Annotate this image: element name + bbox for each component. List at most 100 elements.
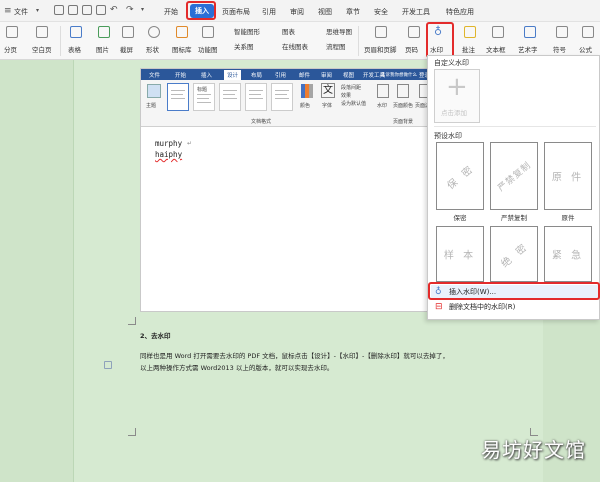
pdf-icon[interactable] [68, 5, 78, 15]
header-footer-icon [375, 26, 387, 38]
preset-watermark-sample[interactable]: 样 本 [436, 226, 484, 282]
delete-watermark-label: 删除文档中的水印(R) [449, 303, 516, 311]
word-tab-review: 审阅 [321, 73, 333, 79]
ribbon-mindmap[interactable]: 思维导图 [326, 26, 352, 36]
section-heading: 2、去水印 [140, 332, 171, 340]
ribbon-shape[interactable]: 形状 [146, 44, 159, 54]
ribbon-function-chart[interactable]: 功能图 [198, 44, 218, 54]
ribbon-chart[interactable]: 图表 [282, 26, 295, 36]
word-design-ribbon: 主题 标题 颜色 文 字体 段落间距 效果 设为默认值 水印 页面颜色 页面边框… [141, 80, 437, 127]
redo-icon[interactable]: ↷ [126, 5, 134, 15]
print-icon[interactable] [82, 5, 92, 15]
ribbon-formula[interactable]: 公式 [579, 44, 592, 54]
site-credit: 易坊好文馆 [481, 438, 586, 462]
tab-chapter[interactable]: 章节 [346, 7, 360, 17]
chevron-down-icon[interactable]: ▾ [36, 7, 39, 14]
style-thumbnail [219, 83, 241, 111]
ribbon-smart-art[interactable]: 智能图形 [234, 26, 260, 36]
ribbon-flowchart[interactable]: 流程图 [326, 41, 346, 51]
ribbon-screenshot[interactable]: 截屏 [120, 44, 133, 54]
tab-security[interactable]: 安全 [374, 7, 388, 17]
tab-special[interactable]: 特色应用 [446, 7, 474, 17]
paragraph-2: 以上两种操作方式需 Word2013 以上的版本，就可以实现去水印。 [140, 364, 334, 372]
margin-mark [128, 428, 136, 436]
formula-icon [582, 26, 594, 38]
dropdown-divider [434, 126, 596, 127]
ribbon-wordart[interactable]: 艺术字 [518, 44, 538, 54]
symbol-icon [556, 26, 568, 38]
word-watermark: 水印 [377, 103, 388, 109]
tab-view[interactable]: 视图 [318, 7, 332, 17]
preset-label: 严禁复制 [501, 214, 527, 222]
ribbon-header-footer[interactable]: 页眉和页脚 [364, 44, 397, 54]
word-tab-insert: 插入 [201, 73, 213, 79]
screenshot-icon [122, 26, 134, 38]
more-icon[interactable]: ▾ [141, 6, 144, 13]
ribbon-blank-page[interactable]: 空白页 [32, 44, 52, 54]
table-icon [70, 26, 82, 38]
word-tab-home: 开始 [175, 73, 187, 79]
wordart-icon [524, 26, 536, 38]
preset-watermark-no-copy[interactable]: 严禁复制 [490, 142, 538, 210]
insert-watermark-highlight [428, 282, 600, 300]
ribbon-page-break[interactable]: 分页 [4, 44, 17, 54]
page-break-icon [6, 26, 18, 38]
watermark-button-highlight [426, 22, 454, 58]
preset-watermark-original[interactable]: 原 件 [544, 142, 592, 210]
doc-line-1: murphy [155, 139, 183, 148]
style-thumbnail [271, 83, 293, 111]
word-set-default: 设为默认值 [341, 101, 367, 107]
save-icon[interactable] [54, 5, 64, 15]
tab-review[interactable]: 审阅 [290, 7, 304, 17]
word-paragraph-spacing: 段落间距 [341, 85, 362, 91]
plus-icon: + [446, 72, 468, 102]
ribbon-picture[interactable]: 图片 [96, 44, 109, 54]
ribbon-table[interactable]: 表格 [68, 44, 81, 54]
ribbon-symbol[interactable]: 符号 [553, 44, 566, 54]
delete-watermark-item[interactable]: ⊟ 删除文档中的水印(R) [431, 300, 599, 314]
word-tab-view: 视图 [343, 73, 355, 79]
word-tab-design: 设计 [224, 70, 242, 80]
undo-icon[interactable]: ↶ [110, 5, 118, 15]
preview-icon[interactable] [96, 5, 106, 15]
menu-bar: ≡ 文件 ▾ ↶ ↷ ▾ 开始 插入 页面布局 引用 审阅 视图 章节 安全 开… [0, 0, 600, 22]
thumb-title: 标题 [197, 87, 208, 93]
menu-file[interactable]: 文件 [14, 7, 28, 17]
ribbon-icon-library[interactable]: 图标库 [172, 44, 192, 54]
tab-layout[interactable]: 页面布局 [222, 7, 250, 17]
preset-watermark-top-secret[interactable]: 绝 密 [490, 226, 538, 282]
ribbon-relation[interactable]: 关系图 [234, 41, 254, 51]
style-thumbnail [245, 83, 267, 111]
insert-tab-highlight [186, 1, 216, 20]
tab-home[interactable]: 开始 [164, 7, 178, 17]
preset-watermark-confidential[interactable]: 保 密 [436, 142, 484, 210]
word-group-page-bg: 页面背景 [393, 119, 414, 125]
word-tab-layout: 布局 [251, 73, 263, 79]
add-watermark-tile[interactable]: + 点击添加 [434, 69, 480, 123]
custom-watermark-heading: 自定义水印 [434, 59, 469, 67]
tab-developer[interactable]: 开发工具 [402, 7, 430, 17]
word-page-color: 页面颜色 [393, 103, 414, 109]
shape-icon [148, 26, 160, 38]
ribbon-online-chart[interactable]: 在线图表 [282, 41, 308, 51]
ribbon-page-number[interactable]: 页码 [405, 44, 418, 54]
paragraph-anchor-icon [104, 361, 112, 369]
theme-icon [147, 84, 161, 98]
hamburger-icon[interactable]: ≡ [4, 6, 12, 16]
textbox-icon [492, 26, 504, 38]
ribbon-comment[interactable]: 批注 [462, 44, 475, 54]
blank-page-icon [36, 26, 48, 38]
doc-line-2: haiphy [155, 150, 183, 159]
preset-watermark-urgent[interactable]: 紧 急 [544, 226, 592, 282]
word-colors: 颜色 [300, 103, 311, 109]
ribbon-divider [358, 26, 359, 56]
page-color-icon [397, 84, 409, 98]
icon-library-icon [176, 26, 188, 38]
paragraph-1: 同样也是用 Word 打开需要去水印的 PDF 文档，鼠标点击【设计】-【水印】… [140, 352, 449, 360]
margin-mark [128, 317, 136, 325]
paragraph-mark-icon: ↵ [187, 140, 193, 147]
ribbon-textbox[interactable]: 文本框 [486, 44, 506, 54]
embedded-word-screenshot: 文件 开始 插入 设计 布局 引用 邮件 审阅 视图 开发工具 告诉我你想做什么… [140, 68, 438, 312]
tab-references[interactable]: 引用 [262, 7, 276, 17]
picture-icon [98, 26, 110, 38]
